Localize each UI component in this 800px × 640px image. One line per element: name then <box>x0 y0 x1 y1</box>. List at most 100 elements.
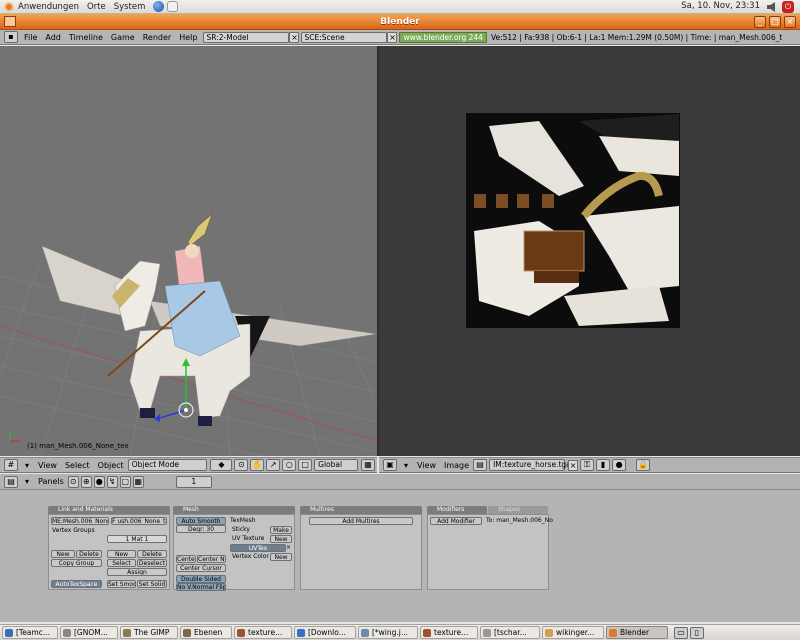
script-context-icon[interactable]: ⊕ <box>80 475 92 488</box>
collapse-menus-icon-image[interactable]: ▾ <box>404 461 408 470</box>
volume-icon[interactable] <box>767 2 775 12</box>
uvtex-remove-icon[interactable]: × <box>286 544 291 552</box>
collapse-menus-icon[interactable]: ▾ <box>25 461 29 470</box>
editor-type-icon-image[interactable]: ▣ <box>383 459 397 471</box>
screen-delete-icon[interactable]: × <box>289 31 300 43</box>
uvtex-layer-field[interactable]: UVTex <box>230 544 286 552</box>
material-deselect-button[interactable]: Deselect <box>137 559 167 567</box>
task-tschar[interactable]: [tschar... <box>480 626 540 639</box>
material-delete-button[interactable]: Delete <box>137 550 167 558</box>
manipulator-icon[interactable]: ✋ <box>250 459 265 471</box>
scene-selector[interactable]: SCE:Scene <box>301 31 388 43</box>
3d-viewport[interactable]: (1) man_Mesh.006_None_tex <box>0 46 377 456</box>
pivot-icon[interactable]: ⊙ <box>234 459 249 471</box>
menu-select[interactable]: Select <box>65 461 90 470</box>
image-pin-icon[interactable]: ⚿ <box>580 459 595 471</box>
menu-system[interactable]: System <box>114 2 146 12</box>
mesh-datablock-field[interactable]: ME:Mesh.006_None_tex <box>51 517 109 525</box>
clock[interactable]: Sa, 10. Nov, 23:31 <box>681 1 760 11</box>
image-lock-icon[interactable]: 🔒 <box>636 459 651 471</box>
menu-places[interactable]: Orte <box>87 2 106 12</box>
menu-help[interactable]: Help <box>179 33 197 42</box>
uv-texture-new-button[interactable]: New <box>270 535 292 543</box>
window-titlebar[interactable]: Blender _ □ × <box>0 14 800 30</box>
copy-group-button[interactable]: Copy Group <box>51 559 102 567</box>
menu-object[interactable]: Object <box>98 461 124 470</box>
set-smooth-button[interactable]: Set Smooth <box>107 580 136 588</box>
image-paint-icon[interactable]: ▮ <box>596 459 611 471</box>
mail-icon[interactable] <box>167 1 179 12</box>
task-wing[interactable]: [*wing.j... <box>358 626 418 639</box>
rotate-icon[interactable]: ○ <box>282 459 297 471</box>
maximize-icon[interactable]: □ <box>769 16 781 28</box>
material-select-button[interactable]: Select <box>107 559 136 567</box>
close-icon[interactable]: × <box>784 16 796 28</box>
menu-render[interactable]: Render <box>143 33 171 42</box>
menu-view[interactable]: View <box>38 461 57 470</box>
minimize-icon[interactable]: _ <box>754 16 766 28</box>
task-teamc[interactable]: [Teamc... <box>2 626 58 639</box>
double-sided-toggle[interactable]: Double Sided <box>176 575 226 583</box>
add-modifier-button[interactable]: Add Modifier <box>430 517 482 525</box>
collapse-menus-icon-buttons[interactable]: ▾ <box>25 477 29 486</box>
screen-selector[interactable]: SR:2-Model <box>203 31 290 43</box>
center-cursor-button[interactable]: Center Cursor <box>176 564 226 572</box>
menu-image[interactable]: Image <box>444 461 469 470</box>
menu-applications[interactable]: Anwendungen <box>18 2 79 12</box>
task-texture-2[interactable]: texture... <box>420 626 478 639</box>
panel-tab-multires[interactable]: Multires <box>300 506 422 514</box>
shading-context-icon[interactable]: ● <box>93 475 105 488</box>
center-button[interactable]: Center <box>176 555 196 563</box>
vgroup-delete-button[interactable]: Delete <box>76 550 102 558</box>
layer-lock-icon[interactable]: ▦ <box>361 459 375 471</box>
orientation-selector[interactable]: Global <box>314 459 359 471</box>
vertex-color-new-button[interactable]: New <box>270 553 292 561</box>
workspace-switcher-icon[interactable]: ▭ <box>674 626 688 639</box>
menu-game[interactable]: Game <box>111 33 135 42</box>
uv-image-editor[interactable] <box>379 46 800 456</box>
task-blender[interactable]: Blender <box>606 626 668 639</box>
auto-smooth-toggle[interactable]: Auto Smooth <box>176 517 226 525</box>
center-new-button[interactable]: Center New <box>197 555 226 563</box>
frame-field[interactable]: 1 <box>175 475 212 488</box>
editor-type-icon[interactable]: # <box>4 459 18 471</box>
panel-tab-modifiers[interactable]: Modifiers <box>427 506 487 514</box>
object-context-icon[interactable]: ↯ <box>106 475 118 488</box>
material-assign-button[interactable]: Assign <box>107 568 167 576</box>
ubuntu-logo-icon[interactable] <box>4 1 14 12</box>
trash-icon[interactable]: ▯ <box>690 626 704 639</box>
draw-type-icon[interactable]: ◆ <box>210 459 233 471</box>
scene-context-icon[interactable]: ▦ <box>132 475 144 488</box>
vgroup-new-button[interactable]: New <box>51 550 75 558</box>
task-downloads[interactable]: [Downlo... <box>294 626 356 639</box>
image-record-icon[interactable]: ● <box>612 459 627 471</box>
panel-tab-shapes[interactable]: Shapes <box>488 506 548 514</box>
image-name-field[interactable]: IM:texture_horse.tga <box>489 459 571 471</box>
task-wikinger[interactable]: wikinger... <box>542 626 604 639</box>
material-new-button[interactable]: New <box>107 550 136 558</box>
blender-url[interactable]: www.blender.org 244 <box>399 31 487 43</box>
translate-icon[interactable]: ↗ <box>266 459 281 471</box>
menu-file[interactable]: File <box>24 33 37 42</box>
menu-add[interactable]: Add <box>45 33 61 42</box>
menu-view-image[interactable]: View <box>417 461 436 470</box>
menu-timeline[interactable]: Timeline <box>69 33 103 42</box>
task-gnome[interactable]: [GNOM... <box>60 626 118 639</box>
scale-icon[interactable]: □ <box>298 459 313 471</box>
object-datablock-field[interactable]: F ush.006_None_tex <box>111 517 167 525</box>
autotexspace-toggle[interactable]: AutoTexSpace <box>51 580 102 588</box>
web-browser-icon[interactable] <box>153 1 165 12</box>
task-gimp[interactable]: The GIMP <box>120 626 178 639</box>
degr-field[interactable]: Degr: 30 <box>176 525 226 533</box>
mode-selector[interactable]: Object Mode <box>127 459 208 471</box>
image-browse-icon[interactable]: ▤ <box>473 459 488 471</box>
scene-delete-icon[interactable]: × <box>387 31 398 43</box>
panel-tab-link-materials[interactable]: Link and Materials <box>48 506 170 514</box>
set-solid-button[interactable]: Set Solid <box>137 580 167 588</box>
no-vnormal-flip-toggle[interactable]: No V.Normal Flip <box>176 583 226 591</box>
power-icon[interactable]: ⏻ <box>782 1 794 13</box>
image-unlink-icon[interactable]: × <box>568 459 579 471</box>
logic-context-icon[interactable]: ⊙ <box>67 475 79 488</box>
window-type-icon[interactable]: ▪ <box>4 31 18 43</box>
task-texture-1[interactable]: texture... <box>234 626 292 639</box>
